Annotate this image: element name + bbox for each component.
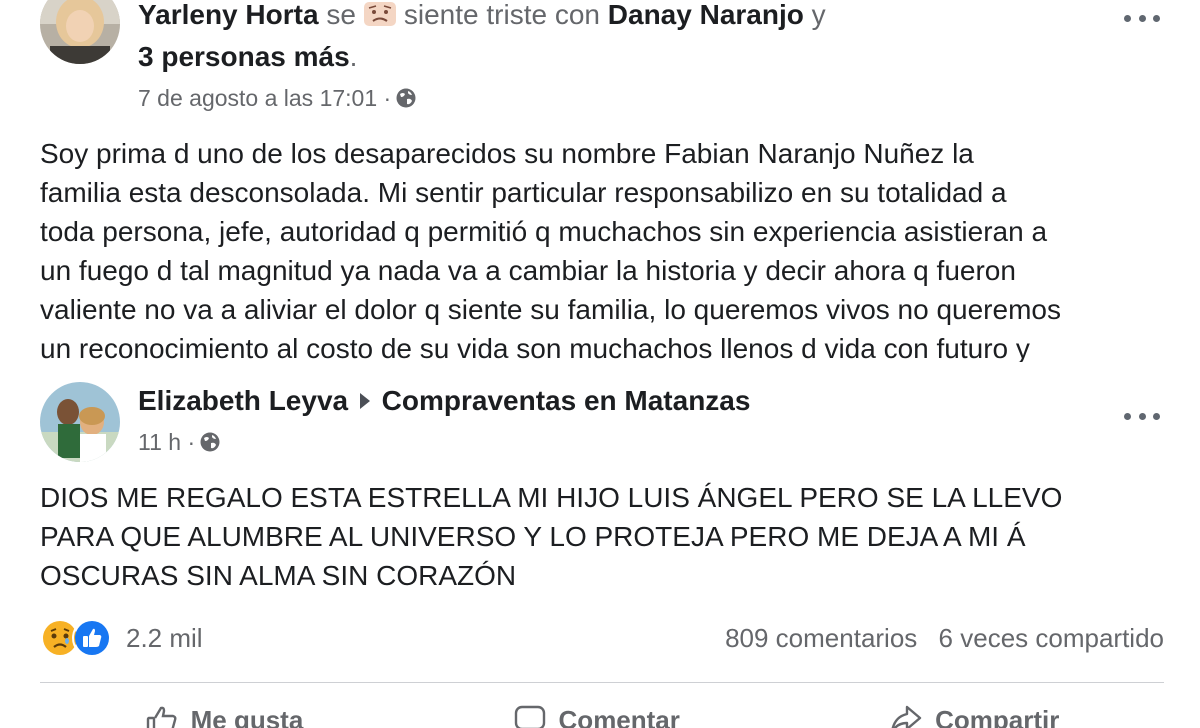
more-options-button[interactable] <box>1124 404 1160 428</box>
divider <box>40 682 1164 683</box>
more-options-icon <box>1124 14 1131 22</box>
post-header: Yarleny Horta se siente triste con Danay… <box>138 0 826 32</box>
connector-text: y <box>811 0 826 30</box>
group-name[interactable]: Compraventas en Matanzas <box>382 385 751 416</box>
sad-face-icon <box>362 0 398 28</box>
timestamp[interactable]: 11 h · <box>138 428 195 456</box>
more-options-button[interactable] <box>1124 6 1160 30</box>
more-dot <box>1153 14 1160 22</box>
more-options-icon <box>1124 412 1131 420</box>
comment-button[interactable]: Comentar <box>513 703 680 728</box>
more-dot <box>1153 412 1160 420</box>
like-label: Me gusta <box>190 704 304 728</box>
timestamp[interactable]: 7 de agosto a las 17:01 · <box>138 84 391 112</box>
engagement-stats: 809 comentarios 6 veces compartido <box>725 623 1164 654</box>
post-body: DIOS ME REGALO ESTA ESTRELLA MI HIJO LUI… <box>40 482 1063 591</box>
post-yarleny: Yarleny Horta se siente triste con Danay… <box>0 0 1200 362</box>
post-meta: 7 de agosto a las 17:01 · <box>138 84 417 112</box>
others-link[interactable]: 3 personas más <box>138 41 350 72</box>
tagged-person[interactable]: Danay Naranjo <box>608 0 804 30</box>
thumbs-up-icon <box>146 706 177 728</box>
action-bar: Me gusta Comentar Compartir <box>40 700 1164 728</box>
share-button[interactable]: Compartir <box>889 703 1059 728</box>
post-body: Soy prima d uno de los desaparecidos su … <box>40 138 1061 362</box>
post-meta: 11 h · <box>138 428 221 456</box>
more-dot <box>1138 412 1146 420</box>
like-reaction-icon <box>72 618 112 658</box>
reaction-summary[interactable]: 2.2 mil <box>40 618 203 658</box>
user-avatar-image <box>40 0 120 64</box>
avatar[interactable] <box>40 382 120 462</box>
comments-count[interactable]: 809 comentarios <box>725 623 917 653</box>
globe-icon[interactable] <box>395 87 417 109</box>
reaction-count[interactable]: 2.2 mil <box>126 623 203 654</box>
avatar[interactable] <box>40 0 120 64</box>
more-dot <box>1138 14 1146 22</box>
comment-label: Comentar <box>558 704 680 728</box>
post-header-line2: 3 personas más. <box>138 40 357 74</box>
group-arrow-icon <box>359 393 370 409</box>
others-suffix: . <box>349 41 358 72</box>
feeling-prefix: se <box>326 0 356 30</box>
feeling-text: siente triste con <box>403 0 600 30</box>
share-label: Compartir <box>935 704 1060 728</box>
like-button[interactable]: Me gusta <box>145 703 304 728</box>
post-header: Elizabeth Leyva Compraventas en Matanzas <box>138 384 750 418</box>
post-elizabeth: Elizabeth Leyva Compraventas en Matanzas… <box>0 362 1200 728</box>
comment-icon <box>514 705 545 728</box>
user-avatar-image <box>40 382 120 462</box>
reactions-bar: 2.2 mil 809 comentarios 6 veces comparti… <box>40 618 1164 658</box>
author-name[interactable]: Yarleny Horta <box>138 0 319 30</box>
share-icon <box>891 705 922 728</box>
author-name[interactable]: Elizabeth Leyva <box>138 385 348 416</box>
globe-icon[interactable] <box>199 431 221 453</box>
shares-count[interactable]: 6 veces compartido <box>939 623 1164 653</box>
